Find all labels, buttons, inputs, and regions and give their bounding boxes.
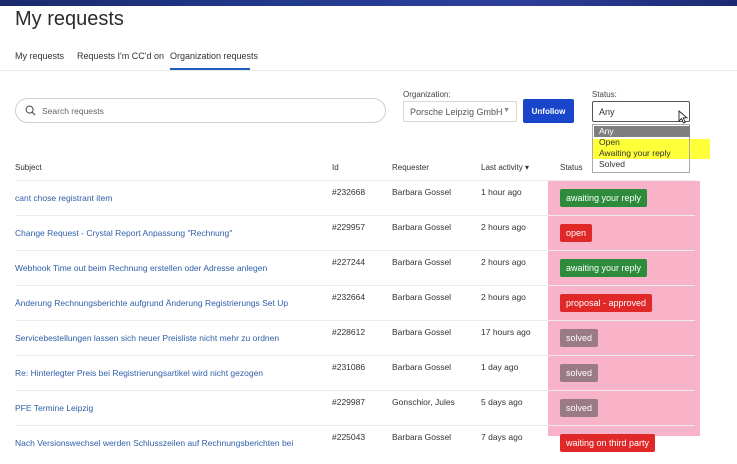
- status-select-value: Any: [599, 106, 615, 117]
- request-last-activity: 7 days ago: [481, 432, 523, 442]
- request-last-activity: 1 day ago: [481, 362, 519, 372]
- request-id: #232668: [332, 187, 366, 197]
- row-divider: [15, 355, 695, 356]
- search-input[interactable]: [42, 105, 362, 116]
- request-id: #231086: [332, 362, 366, 372]
- mouse-cursor-icon: [678, 110, 689, 124]
- request-subject-link[interactable]: Re: Hinterlegter Preis bei Registrierung…: [15, 368, 263, 378]
- status-badge: waiting on third party: [560, 434, 656, 452]
- tab-my-requests[interactable]: My requests: [15, 51, 64, 61]
- organization-select[interactable]: Porsche Leipzig GmbH ▼: [403, 101, 517, 122]
- request-last-activity: 17 hours ago: [481, 327, 531, 337]
- request-requester: Barbara Gossel: [392, 257, 452, 267]
- status-option-awaiting[interactable]: Awaiting your reply: [594, 148, 690, 159]
- column-header-id: Id: [332, 163, 339, 172]
- request-last-activity: 2 hours ago: [481, 292, 526, 302]
- tab-organization-requests[interactable]: Organization requests: [170, 51, 258, 61]
- page-title: My requests: [15, 8, 124, 30]
- request-subject-link[interactable]: Nach Versionswechsel werden Schlusszeile…: [15, 438, 293, 448]
- table-row[interactable]: Änderung Rechnungsberichte aufgrund Ände…: [0, 285, 737, 320]
- status-badge: awaiting your reply: [560, 189, 648, 207]
- request-id: #225043: [332, 432, 366, 442]
- table-row[interactable]: Nach Versionswechsel werden Schlusszeile…: [0, 425, 737, 460]
- request-subject-link[interactable]: Änderung Rechnungsberichte aufgrund Ände…: [15, 298, 288, 308]
- unfollow-button[interactable]: Unfollow: [523, 99, 574, 123]
- request-requester: Barbara Gossel: [392, 222, 452, 232]
- request-subject-link[interactable]: cant chose registrant item: [15, 193, 112, 203]
- row-divider: [15, 215, 695, 216]
- request-last-activity: 2 hours ago: [481, 257, 526, 267]
- search-icon: [25, 105, 36, 116]
- request-requester: Barbara Gossel: [392, 327, 452, 337]
- status-badge: solved: [560, 329, 599, 347]
- table-row[interactable]: cant chose registrant item #232668 Barbara…: [0, 180, 737, 215]
- row-divider: [15, 250, 695, 251]
- column-header-last-activity[interactable]: Last activity ▾: [481, 163, 529, 172]
- row-divider: [15, 285, 695, 286]
- tab-ccd-requests[interactable]: Requests I'm CC'd on: [77, 51, 164, 61]
- request-id: #232664: [332, 292, 366, 302]
- request-requester: Barbara Gossel: [392, 292, 452, 302]
- search-box[interactable]: [15, 98, 386, 123]
- request-subject-link[interactable]: PFE Termine Leipzig: [15, 403, 93, 413]
- table-row[interactable]: PFE Termine Leipzig #229987 Gonschior, Jul…: [0, 390, 737, 425]
- column-header-status: Status: [560, 163, 583, 172]
- table-row[interactable]: Change Request - Crystal Report Anpassun…: [0, 215, 737, 250]
- status-badge: solved: [560, 399, 599, 417]
- column-header-requester: Requester: [392, 163, 429, 172]
- request-requester: Barbara Gossel: [392, 362, 452, 372]
- request-subject-link[interactable]: Webhook Time out beim Rechnung erstellen…: [15, 263, 267, 273]
- row-divider: [15, 425, 695, 426]
- status-badge: proposal - approved: [560, 294, 653, 312]
- row-divider: [15, 180, 695, 181]
- tabs-divider: [0, 70, 737, 71]
- request-id: #229957: [332, 222, 366, 232]
- status-label: Status:: [592, 90, 617, 99]
- status-badge: solved: [560, 364, 599, 382]
- request-id: #229987: [332, 397, 366, 407]
- status-select[interactable]: Any: [592, 101, 690, 122]
- request-requester: Barbara Gossel: [392, 432, 452, 442]
- status-badge: open: [560, 224, 593, 242]
- row-divider: [15, 390, 695, 391]
- status-option-any[interactable]: Any: [594, 126, 690, 137]
- organization-label: Organization:: [403, 90, 451, 99]
- column-header-subject: Subject: [15, 163, 42, 172]
- organization-value: Porsche Leipzig GmbH: [410, 106, 503, 117]
- table-row[interactable]: Re: Hinterlegter Preis bei Registrierung…: [0, 355, 737, 390]
- row-divider: [15, 320, 695, 321]
- status-badge: awaiting your reply: [560, 259, 648, 277]
- request-subject-link[interactable]: Change Request - Crystal Report Anpassun…: [15, 228, 232, 238]
- status-option-solved[interactable]: Solved: [594, 159, 690, 170]
- top-banner: [0, 0, 737, 6]
- chevron-down-icon: ▼: [503, 107, 510, 114]
- request-id: #228612: [332, 327, 366, 337]
- request-requester: Gonschior, Jules: [392, 397, 455, 407]
- request-id: #227244: [332, 257, 366, 267]
- request-last-activity: 1 hour ago: [481, 187, 522, 197]
- table-row[interactable]: Servicebestellungen lassen sich neuer Pr…: [0, 320, 737, 355]
- status-option-open[interactable]: Open: [594, 137, 690, 148]
- table-row[interactable]: Webhook Time out beim Rechnung erstellen…: [0, 250, 737, 285]
- request-last-activity: 5 days ago: [481, 397, 523, 407]
- request-requester: Barbara Gossel: [392, 187, 452, 197]
- request-subject-link[interactable]: Servicebestellungen lassen sich neuer Pr…: [15, 333, 279, 343]
- status-dropdown: Any Open Awaiting your reply Solved: [592, 124, 690, 173]
- request-last-activity: 2 hours ago: [481, 222, 526, 232]
